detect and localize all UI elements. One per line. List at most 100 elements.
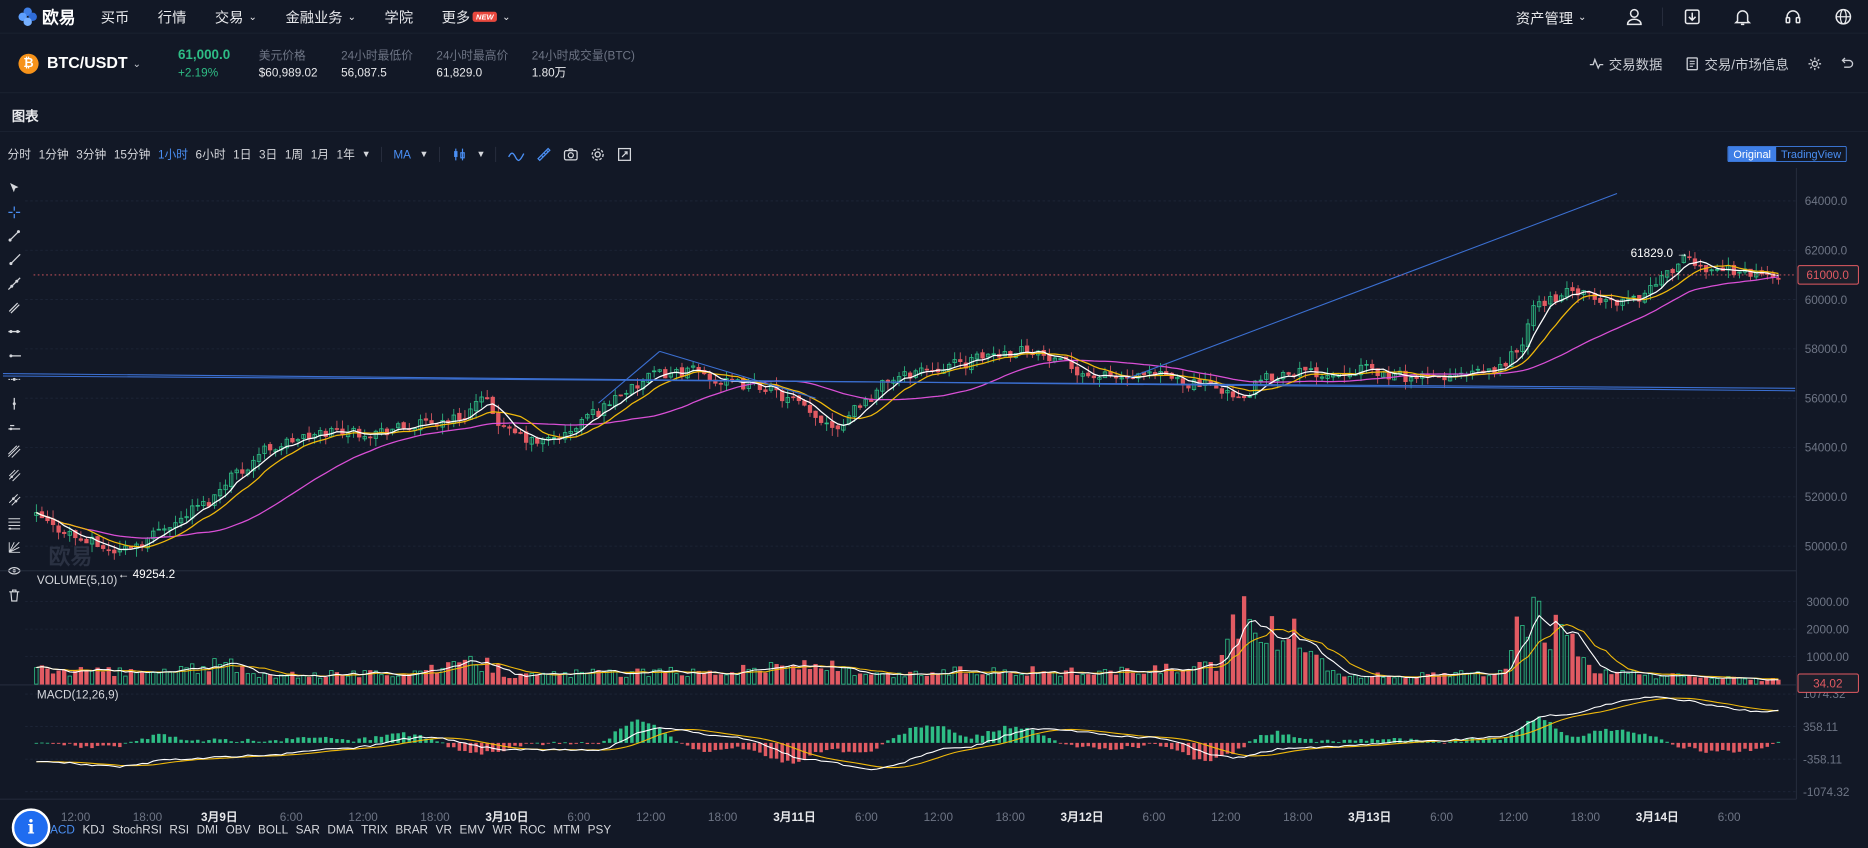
volume-bar xyxy=(1598,673,1603,685)
candle-type-button[interactable] xyxy=(451,147,466,162)
interval-dropdown-caret-icon[interactable]: ▼ xyxy=(362,149,371,159)
macd-histogram-bar xyxy=(1648,736,1653,743)
volume-bar xyxy=(601,671,607,685)
indicator-tab-sar[interactable]: SAR xyxy=(296,823,320,836)
indicator-tab-mtm[interactable]: MTM xyxy=(553,823,580,836)
candle-type-caret-icon[interactable]: ▼ xyxy=(476,149,485,159)
macd-histogram-bar xyxy=(145,739,150,743)
brand-logo[interactable]: 欧易 xyxy=(17,4,76,28)
indicator-dropdown-caret-icon[interactable]: ▼ xyxy=(419,149,428,159)
settings-button[interactable] xyxy=(1807,56,1827,71)
macd-histogram-bar xyxy=(1175,742,1180,751)
interval-tab[interactable]: 1月 xyxy=(311,146,329,163)
volume-bar xyxy=(1253,632,1258,685)
interval-tab[interactable]: 3日 xyxy=(259,146,277,163)
nav-more[interactable]: 更多 NEW ⌄ xyxy=(442,6,511,27)
macd-histogram-bar xyxy=(324,736,328,743)
macd-histogram-bar xyxy=(1698,742,1703,752)
volume-bar xyxy=(880,672,885,685)
macd-histogram-bar xyxy=(1576,736,1580,743)
interval-tab[interactable]: 1周 xyxy=(285,146,303,163)
user-button[interactable] xyxy=(1608,0,1658,34)
interval-tab[interactable]: 15分钟 xyxy=(114,146,151,163)
volume-bar xyxy=(234,672,239,685)
volume-bar xyxy=(1581,657,1586,685)
market-info-link[interactable]: 交易/市场信息 xyxy=(1684,54,1789,74)
interval-tab[interactable]: 3分钟 xyxy=(76,146,106,163)
candle-body xyxy=(718,382,724,385)
chart-settings-button[interactable] xyxy=(590,147,605,162)
volume-bar xyxy=(702,673,707,685)
interval-tab[interactable]: 6小时 xyxy=(196,146,226,163)
interval-tab-active[interactable]: 1小时 xyxy=(158,146,188,163)
indicator-tab-emv[interactable]: EMV xyxy=(459,823,484,836)
line-tool-button[interactable] xyxy=(508,147,525,162)
nav-trade[interactable]: 交易 ⌄ xyxy=(215,6,257,27)
macd-histogram-bar xyxy=(580,742,584,743)
indicator-tab-obv[interactable]: OBV xyxy=(226,823,251,836)
macd-histogram-bar xyxy=(1587,733,1591,743)
volume-bar xyxy=(535,674,540,685)
indicator-tab-dmi[interactable]: DMI xyxy=(197,823,219,836)
language-button[interactable] xyxy=(1817,0,1867,34)
support-button[interactable] xyxy=(1767,0,1817,34)
ruler-tool-button[interactable] xyxy=(537,147,552,162)
interval-tab[interactable]: 1日 xyxy=(233,146,251,163)
kline-chart[interactable]: 64000.0 62000.0 60000.0 58000.0 56000.0 54000… xyxy=(0,167,1868,823)
indicator-tab-trix[interactable]: TRIX xyxy=(361,823,388,836)
indicator-tab-brar[interactable]: BRAR xyxy=(395,823,428,836)
fullscreen-button[interactable] xyxy=(617,147,632,162)
pair-selector[interactable]: ₿ BTC/USDT ⌄ xyxy=(18,53,177,74)
btc-coin-icon: ₿ xyxy=(18,53,39,74)
market-info-label: 交易/市场信息 xyxy=(1704,58,1789,74)
candle-body xyxy=(1514,350,1519,353)
interval-tab[interactable]: 1分钟 xyxy=(39,146,69,163)
macd-histogram-bar xyxy=(435,741,439,743)
macd-histogram-bar xyxy=(1448,741,1452,743)
indicator-tab-rsi[interactable]: RSI xyxy=(169,823,189,836)
volume-bar xyxy=(1075,674,1080,685)
indicator-tab-kdj[interactable]: KDJ xyxy=(82,823,104,836)
time-axis-label: 12:00 xyxy=(636,811,666,823)
volume-bar xyxy=(1542,642,1547,685)
view-original-button[interactable]: Original xyxy=(1728,146,1776,162)
volume-bar xyxy=(151,672,156,685)
indicator-tab-psy[interactable]: PSY xyxy=(588,823,612,836)
indicator-select[interactable]: MA xyxy=(393,148,411,161)
indicator-tab-vr[interactable]: VR xyxy=(436,823,452,836)
volume-bar xyxy=(446,662,451,685)
document-icon xyxy=(1686,57,1698,71)
macd-histogram-bar xyxy=(1754,742,1758,749)
interval-tab[interactable]: 分时 xyxy=(8,146,32,163)
candle-body xyxy=(101,545,106,549)
volume-bar xyxy=(724,674,729,685)
screenshot-button[interactable] xyxy=(564,147,579,162)
indicator-tab-dma[interactable]: DMA xyxy=(327,823,353,836)
download-button[interactable] xyxy=(1666,0,1716,34)
back-button[interactable] xyxy=(1839,56,1859,71)
macd-histogram-bar xyxy=(1437,742,1441,743)
top-nav: 欧易 买币 行情 交易 ⌄ 金融业务 ⌄ 学院 更多 NEW ⌄ 资产管理 ⌄ xyxy=(0,0,1868,34)
indicator-tab-stochrsi[interactable]: StochRSI xyxy=(112,823,162,836)
volume-bar xyxy=(479,671,484,685)
volume-bar xyxy=(362,670,367,685)
nav-finance[interactable]: 金融业务 ⌄ xyxy=(285,6,356,27)
indicator-tab-roc[interactable]: ROC xyxy=(520,823,546,836)
asset-management-menu[interactable]: 资产管理 ⌄ xyxy=(1516,6,1587,27)
volume-bar xyxy=(574,669,579,685)
nav-academy[interactable]: 学院 xyxy=(385,6,414,27)
info-button[interactable]: i xyxy=(11,808,51,847)
macd-histogram-bar xyxy=(964,736,968,743)
nav-buy-crypto[interactable]: 买币 xyxy=(101,6,130,27)
macd-histogram-bar xyxy=(941,726,946,743)
indicator-tab-boll[interactable]: BOLL xyxy=(258,823,288,836)
view-tradingview-button[interactable]: TradingView xyxy=(1776,147,1846,161)
volume-bar xyxy=(451,661,456,685)
indicator-tab-wr[interactable]: WR xyxy=(493,823,513,836)
macd-histogram-bar xyxy=(1442,742,1447,744)
notifications-button[interactable] xyxy=(1717,0,1767,34)
nav-markets[interactable]: 行情 xyxy=(158,6,187,27)
interval-tab[interactable]: 1年 xyxy=(337,146,355,163)
trading-data-link[interactable]: 交易数据 xyxy=(1589,54,1662,74)
macd-histogram-bar xyxy=(1337,742,1341,743)
